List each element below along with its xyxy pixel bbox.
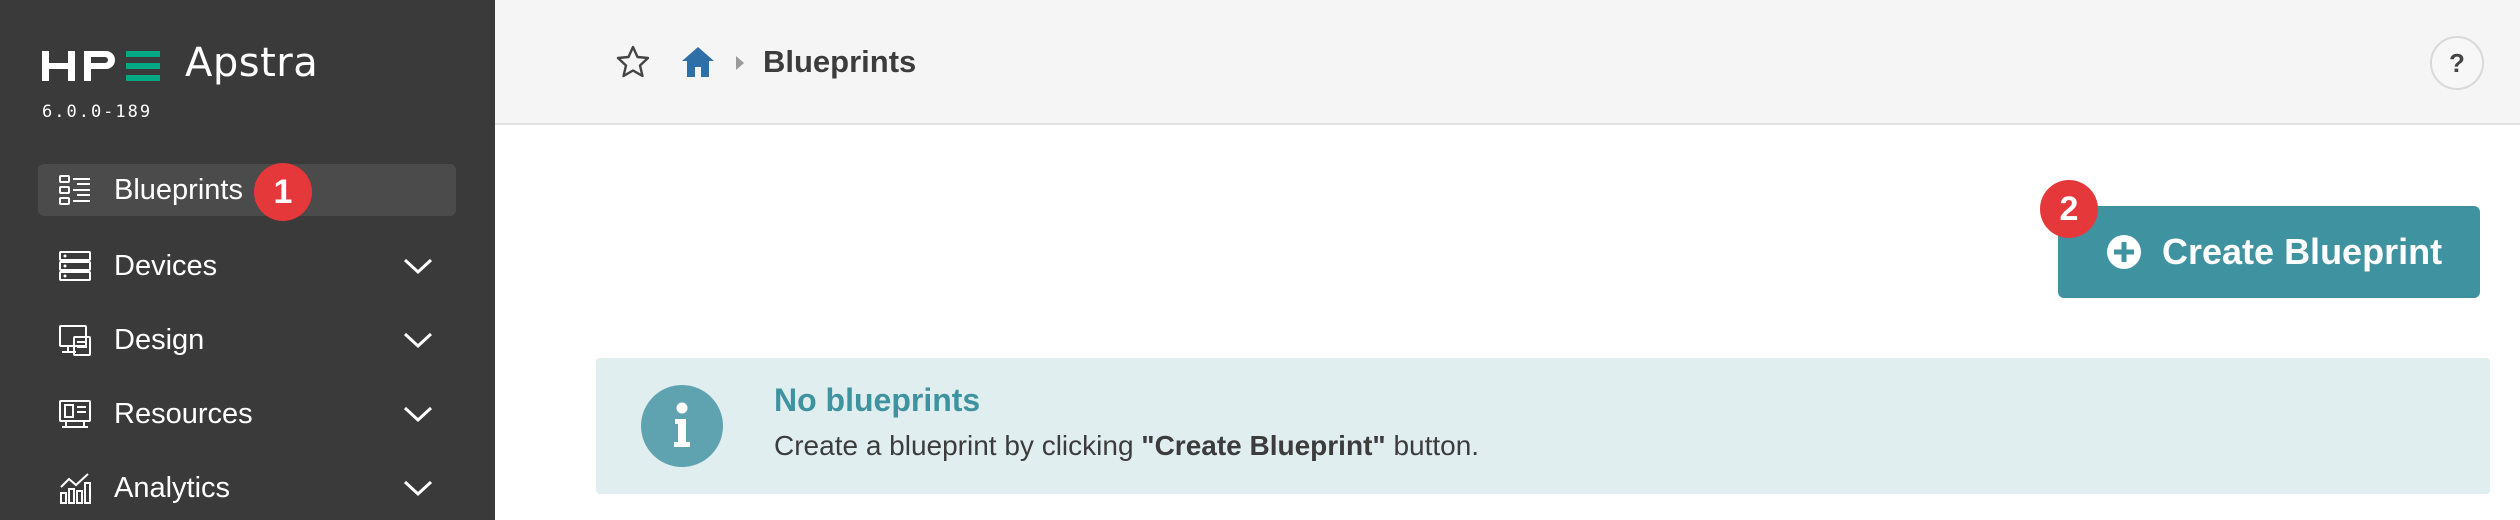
empty-state-text-before: Create a blueprint by clicking <box>774 430 1142 461</box>
breadcrumb-separator-icon <box>736 56 744 70</box>
info-icon <box>641 385 723 467</box>
empty-state-text-bold: "Create Blueprint" <box>1141 430 1386 461</box>
sidebar-item-label: Analytics <box>114 471 231 504</box>
devices-icon <box>59 251 91 281</box>
analytics-icon <box>60 473 91 504</box>
chevron-down-icon[interactable] <box>402 404 434 424</box>
product-name: Apstra <box>185 40 319 86</box>
create-blueprint-label: Create Blueprint <box>2162 231 2443 272</box>
sidebar-item-analytics[interactable]: Analytics <box>38 462 456 514</box>
top-header: Blueprints ? <box>495 0 2520 125</box>
empty-state-text-after: button. <box>1385 430 1480 461</box>
design-icon <box>59 325 91 356</box>
version-label: 6.0.0-189 <box>42 102 153 122</box>
step-badge-2: 2 <box>2040 180 2098 238</box>
sidebar-item-label: Blueprints <box>114 173 243 206</box>
chevron-down-icon[interactable] <box>402 330 434 350</box>
sidebar-item-resources[interactable]: Resources <box>38 388 456 440</box>
blueprints-icon <box>59 175 90 205</box>
home-icon[interactable] <box>679 44 717 80</box>
help-button[interactable]: ? <box>2430 36 2484 90</box>
hpe-logo <box>42 38 162 94</box>
chevron-down-icon[interactable] <box>402 256 434 276</box>
chevron-down-icon[interactable] <box>402 478 434 498</box>
sidebar-item-blueprints[interactable]: Blueprints <box>38 164 456 216</box>
empty-state-title: No blueprints <box>774 382 981 418</box>
sidebar-item-label: Design <box>114 323 205 356</box>
step-badge-1: 1 <box>254 163 312 221</box>
sidebar-item-label: Resources <box>114 397 253 430</box>
star-icon[interactable] <box>615 44 651 80</box>
sidebar-item-design[interactable]: Design <box>38 314 456 366</box>
sidebar-item-label: Devices <box>114 249 218 282</box>
plus-circle-icon <box>2107 235 2141 269</box>
sidebar-item-devices[interactable]: Devices <box>38 240 456 292</box>
create-blueprint-button[interactable]: Create Blueprint <box>2058 206 2480 298</box>
resources-icon <box>59 400 91 428</box>
empty-state-text: Create a blueprint by clicking "Create B… <box>774 430 1479 462</box>
page-title: Blueprints <box>763 44 917 79</box>
empty-state-panel: No blueprints Create a blueprint by clic… <box>596 358 2490 494</box>
sidebar: Apstra 6.0.0-189 Blueprints 1 Devices De… <box>0 0 495 520</box>
hpe-logo-icon <box>42 51 160 81</box>
